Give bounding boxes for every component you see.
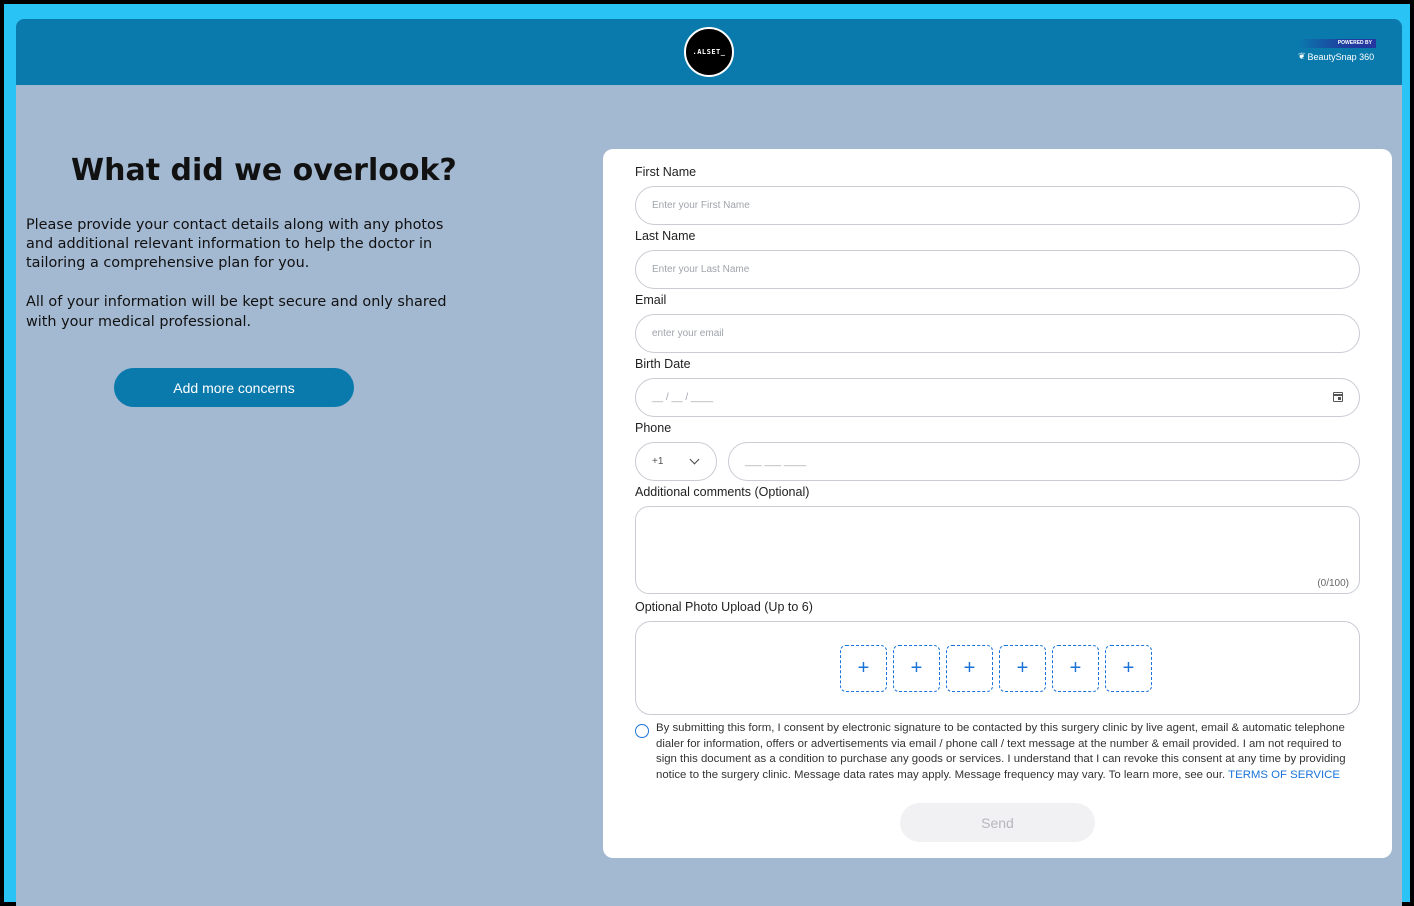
email-placeholder: enter your email (652, 328, 724, 339)
country-code-select[interactable]: +1 (635, 442, 717, 481)
email-label: Email (635, 293, 667, 307)
consent-radio[interactable] (635, 724, 649, 738)
plus-icon: + (1069, 657, 1082, 679)
last-name-field[interactable]: Enter your Last Name (635, 250, 1360, 289)
phone-label: Phone (635, 421, 672, 435)
comments-textarea[interactable]: (0/100) (635, 506, 1360, 594)
upload-slot-1[interactable]: + (840, 645, 887, 692)
upload-slot-5[interactable]: + (1052, 645, 1099, 692)
window-frame: .ALSET_ POWERED BY ❦ BeautySnap 360 What… (4, 4, 1410, 906)
powered-by-badge[interactable]: POWERED BY ❦ BeautySnap 360 (1298, 39, 1376, 65)
send-button[interactable]: Send (900, 803, 1095, 842)
logo-text: .ALSET_ (692, 48, 726, 56)
top-header: .ALSET_ POWERED BY ❦ BeautySnap 360 (16, 19, 1402, 85)
comments-label: Additional comments (Optional) (635, 485, 810, 499)
page-title: What did we overlook? (71, 153, 457, 188)
terms-of-service-link[interactable]: TERMS OF SERVICE (1228, 769, 1340, 781)
privacy-paragraph: All of your information will be kept sec… (26, 294, 447, 330)
upload-slot-6[interactable]: + (1105, 645, 1152, 692)
first-name-field[interactable]: Enter your First Name (635, 186, 1360, 225)
plus-icon: + (1122, 657, 1135, 679)
country-code-value: +1 (652, 456, 664, 467)
contact-form: First Name Enter your First Name Last Na… (603, 149, 1392, 858)
calendar-icon[interactable] (1333, 392, 1343, 402)
clinic-logo: .ALSET_ (684, 27, 734, 77)
phone-placeholder: ___ ___ ____ (745, 456, 807, 467)
chevron-down-icon (689, 454, 700, 465)
character-counter: (0/100) (1317, 578, 1349, 589)
consent-text: By submitting this form, I consent by el… (656, 721, 1361, 783)
brand-leaf-icon: ❦ (1298, 51, 1306, 61)
upload-slots: + + + + + + (840, 645, 1152, 692)
birth-date-field[interactable]: __ / __ / ____ (635, 378, 1360, 417)
upload-slot-2[interactable]: + (893, 645, 940, 692)
first-name-label: First Name (635, 165, 697, 179)
app-container: .ALSET_ POWERED BY ❦ BeautySnap 360 What… (16, 19, 1402, 906)
upload-slot-3[interactable]: + (946, 645, 993, 692)
first-name-placeholder: Enter your First Name (652, 200, 750, 211)
plus-icon: + (963, 657, 976, 679)
last-name-placeholder: Enter your Last Name (652, 264, 750, 275)
email-field[interactable]: enter your email (635, 314, 1360, 353)
add-more-concerns-button[interactable]: Add more concerns (114, 368, 354, 407)
photo-upload-area: + + + + + + (635, 621, 1360, 715)
plus-icon: + (910, 657, 923, 679)
brand-name: BeautySnap 360 (1307, 51, 1375, 62)
birth-date-label: Birth Date (635, 357, 691, 371)
intro-paragraph: Please provide your contact details alon… (26, 217, 444, 271)
brand-row: ❦ BeautySnap 360 (1298, 51, 1376, 62)
powered-by-label: POWERED BY (1298, 39, 1376, 48)
plus-icon: + (857, 657, 870, 679)
birth-date-placeholder: __ / __ / ____ (652, 392, 714, 403)
plus-icon: + (1016, 657, 1029, 679)
upload-slot-4[interactable]: + (999, 645, 1046, 692)
photo-upload-label: Optional Photo Upload (Up to 6) (635, 600, 813, 614)
phone-field[interactable]: ___ ___ ____ (728, 442, 1360, 481)
last-name-label: Last Name (635, 229, 696, 243)
